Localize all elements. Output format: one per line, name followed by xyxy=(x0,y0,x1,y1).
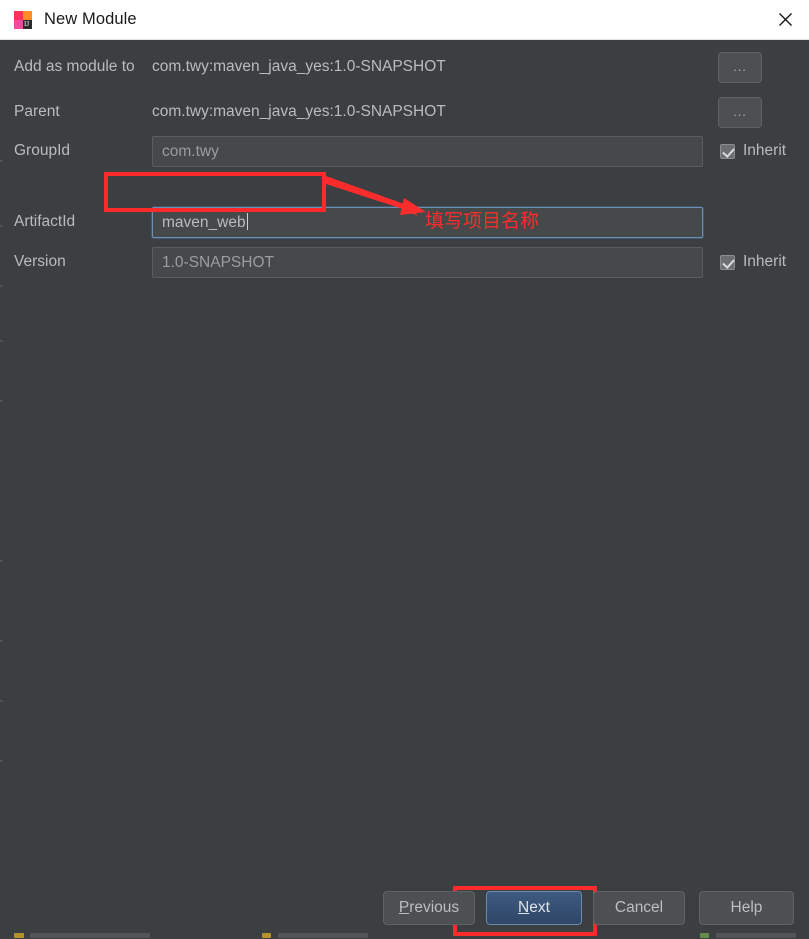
title-bar: IJ New Module xyxy=(0,0,809,40)
groupid-inherit-checkbox[interactable]: Inherit xyxy=(720,136,786,166)
row-groupid: GroupId com.twy Inherit xyxy=(0,136,809,167)
close-icon[interactable] xyxy=(761,0,809,39)
dialog-footer: Previous Next Cancel Help xyxy=(0,880,809,932)
label-parent: Parent xyxy=(14,103,60,120)
previous-button[interactable]: Previous xyxy=(383,891,475,925)
next-button[interactable]: Next xyxy=(486,891,582,925)
label-artifactid: ArtifactId xyxy=(14,213,76,230)
new-module-dialog: IJ New Module Add as module to com.twy:m… xyxy=(0,0,809,939)
window-title: New Module xyxy=(44,10,137,28)
label-version: Version xyxy=(14,253,66,270)
cancel-button[interactable]: Cancel xyxy=(593,891,685,925)
row-version: Version 1.0-SNAPSHOT Inherit xyxy=(0,247,809,278)
next-button-mnemonic: N xyxy=(518,899,530,916)
next-button-label: ext xyxy=(529,899,550,916)
help-button[interactable]: Help xyxy=(699,891,794,925)
checkbox-checked-icon xyxy=(720,143,735,159)
version-inherit-checkbox[interactable]: Inherit xyxy=(720,247,786,277)
intellij-idea-icon: IJ xyxy=(14,10,32,29)
annotation-note-text: 填写项目名称 xyxy=(425,210,540,232)
value-add-as-module-to: com.twy:maven_java_yes:1.0-SNAPSHOT xyxy=(152,58,446,75)
groupid-input[interactable]: com.twy xyxy=(152,136,703,167)
module-form: Add as module to com.twy:maven_java_yes:… xyxy=(0,40,809,899)
browse-parent-button[interactable]: ... xyxy=(718,97,762,128)
version-inherit-label: Inherit xyxy=(743,253,787,270)
label-groupid: GroupId xyxy=(14,142,71,159)
groupid-inherit-label: Inherit xyxy=(743,142,787,159)
browse-add-as-module-to-button[interactable]: ... xyxy=(718,52,762,83)
version-input[interactable]: 1.0-SNAPSHOT xyxy=(152,247,703,278)
value-parent: com.twy:maven_java_yes:1.0-SNAPSHOT xyxy=(152,103,446,120)
row-artifactid: ArtifactId maven_web xyxy=(0,207,809,238)
row-add-as-module-to: Add as module to com.twy:maven_java_yes:… xyxy=(0,52,809,83)
previous-button-label: revious xyxy=(409,899,460,916)
artifactid-input-value: maven_web xyxy=(162,214,246,231)
row-parent: Parent com.twy:maven_java_yes:1.0-SNAPSH… xyxy=(0,97,809,128)
background-bottom-strip xyxy=(0,932,809,939)
previous-button-mnemonic: P xyxy=(398,899,410,916)
text-caret xyxy=(246,213,248,230)
checkbox-checked-icon xyxy=(720,254,735,270)
label-add-as-module-to: Add as module to xyxy=(14,58,135,75)
